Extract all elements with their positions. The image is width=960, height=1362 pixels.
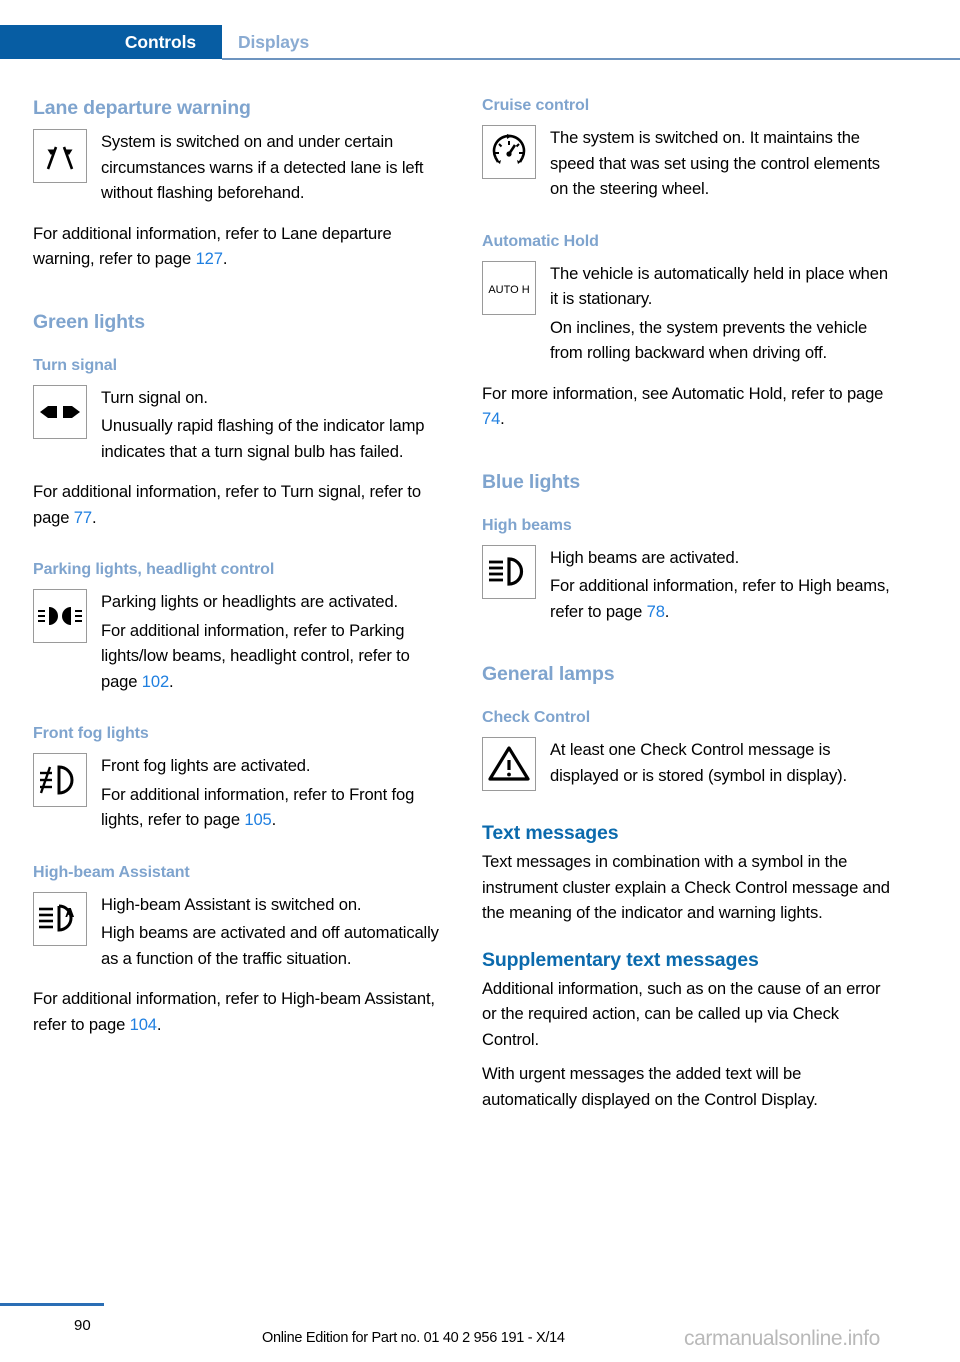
hba-ref-prefix: For additional information, refer to Hig… — [33, 989, 435, 1034]
high-beams-icon-text-2: For additional information, refer to Hig… — [550, 573, 898, 624]
high-beams-ref-suffix: . — [664, 601, 670, 621]
hba-ref-suffix: . — [156, 1014, 162, 1034]
front-fog-lights-icon-text-1: Front fog lights are activated. — [101, 756, 311, 775]
auto-hold-ref-prefix: For more information, see Automatic Hold… — [482, 383, 884, 403]
parking-lights-page-ref[interactable]: 102 — [142, 672, 169, 691]
left-column: Lane departure warning System is switche… — [33, 96, 449, 1037]
automatic-hold-reference: For more information, see Automatic Hold… — [482, 381, 898, 432]
automatic-hold-page-ref[interactable]: 74 — [482, 409, 500, 428]
lane-departure-ref-suffix: . — [222, 249, 228, 268]
lane-departure-page-ref[interactable]: 127 — [196, 249, 223, 268]
lane-departure-icon-text: System is switched on and under certain … — [101, 132, 424, 202]
turn-signal-block: Turn signal on. Unusually rapid flashing… — [33, 384, 449, 465]
heading-parking-lights: Parking lights, headlight control — [33, 561, 275, 578]
turn-signal-icon-text-1: Turn signal on. — [101, 387, 208, 407]
automatic-hold-block: AUTO H The vehicle is automatically held… — [482, 260, 898, 366]
heading-text-messages: Text messages — [482, 822, 619, 844]
check-control-icon-text: At least one Check Control message is di… — [550, 740, 847, 785]
heading-supplementary-text-messages: Supplementary text messages — [482, 948, 759, 971]
front-fog-ref-suffix: . — [271, 810, 277, 829]
front-fog-lights-icon-text-2: For additional information, refer to Fro… — [101, 782, 449, 833]
lane-departure-reference: For additional information, refer to Lan… — [33, 221, 449, 272]
high-beams-icon-text-1: High beams are activated. — [550, 547, 740, 567]
heading-general-lamps: General lamps — [482, 663, 615, 685]
cruise-control-block: The system is switched on. It maintains … — [482, 125, 898, 202]
high-beam-assistant-page-ref[interactable]: 104 — [130, 1015, 157, 1034]
heading-cruise-control: Cruise control — [482, 97, 590, 114]
heading-high-beam-assistant: High-beam Assistant — [33, 863, 190, 881]
turn-signal-ref-suffix: . — [91, 507, 97, 527]
high-beam-assistant-block: A High-beam Assistant is switched on. Hi… — [33, 891, 449, 972]
supplementary-text-body-2: With urgent messages the added text will… — [482, 1064, 818, 1109]
parking-lights-icon-text-1: Parking lights or headlights are activat… — [101, 592, 399, 611]
auto-hold-ref-suffix: . — [500, 409, 505, 428]
turn-signal-arrows-icon — [33, 384, 87, 439]
parking-lights-icon-text-2: For additional information, refer to Par… — [101, 618, 449, 695]
tab-displays[interactable]: Displays — [238, 32, 309, 53]
auto-hold-icon: AUTO H — [482, 260, 536, 315]
edition-notice: Online Edition for Part no. 01 40 2 956 … — [262, 1330, 565, 1346]
text-messages-body: Text messages in combination with a symb… — [482, 852, 890, 922]
right-column: Cruise control The system is switched on… — [482, 96, 898, 1112]
svg-text:AUTO H: AUTO H — [488, 284, 529, 296]
high-beam-assistant-icon-text-1: High-beam Assistant is switched on. — [101, 894, 362, 914]
footer-divider — [0, 1303, 104, 1306]
front-fog-lights-page-ref[interactable]: 105 — [244, 810, 271, 829]
automatic-hold-icon-text-2: On inclines, the system prevents the veh… — [550, 317, 868, 363]
heading-green-lights: Green lights — [33, 310, 145, 333]
heading-check-control: Check Control — [482, 709, 591, 726]
cruise-control-speedometer-icon — [482, 125, 536, 179]
front-fog-lights-block: Front fog lights are activated. For addi… — [33, 753, 449, 833]
front-fog-lights-icon — [33, 753, 87, 807]
warning-triangle-icon — [482, 737, 536, 791]
high-beams-icon — [482, 544, 536, 599]
page-number: 90 — [74, 1317, 91, 1334]
heading-automatic-hold: Automatic Hold — [482, 232, 599, 250]
high-beam-assistant-reference: For additional information, refer to Hig… — [33, 986, 449, 1037]
high-beams-page-ref[interactable]: 78 — [647, 602, 665, 621]
high-beam-assistant-icon: A — [33, 891, 87, 946]
turn-signal-page-ref[interactable]: 77 — [74, 508, 92, 527]
high-beam-assistant-icon-text-2: High beams are activated and off automat… — [101, 923, 439, 968]
heading-front-fog-lights: Front fog lights — [33, 725, 149, 742]
svg-text:A: A — [65, 905, 75, 920]
page-header: Controls — [0, 25, 960, 59]
site-watermark: carmanualsonline.info — [684, 1327, 880, 1350]
parking-lights-icon — [33, 589, 87, 643]
header-divider — [222, 58, 960, 60]
tab-controls[interactable]: Controls — [0, 25, 222, 59]
parking-lights-ref-suffix: . — [169, 671, 174, 691]
high-beams-ref-prefix: For additional information, refer to Hig… — [550, 576, 890, 621]
check-control-block: At least one Check Control message is di… — [482, 737, 898, 791]
automatic-hold-icon-text-1: The vehicle is automatically held in pla… — [550, 263, 888, 309]
heading-blue-lights: Blue lights — [482, 470, 581, 493]
heading-high-beams: High beams — [482, 516, 572, 534]
heading-lane-departure-warning: Lane departure warning — [33, 97, 251, 119]
heading-turn-signal: Turn signal — [33, 356, 117, 374]
turn-signal-reference: For additional information, refer to Tur… — [33, 479, 449, 530]
lane-departure-warning-icon — [33, 129, 87, 183]
lane-departure-block: System is switched on and under certain … — [33, 129, 449, 206]
turn-signal-icon-text-2: Unusually rapid flashing of the indicato… — [101, 416, 425, 461]
parking-lights-block: Parking lights or headlights are activat… — [33, 589, 449, 694]
supplementary-text-body-1: Additional information, such as on the c… — [482, 978, 881, 1049]
tab-controls-label: Controls — [124, 32, 196, 52]
high-beams-block: High beams are activated. For additional… — [482, 544, 898, 625]
cruise-control-icon-text: The system is switched on. It maintains … — [550, 128, 880, 198]
